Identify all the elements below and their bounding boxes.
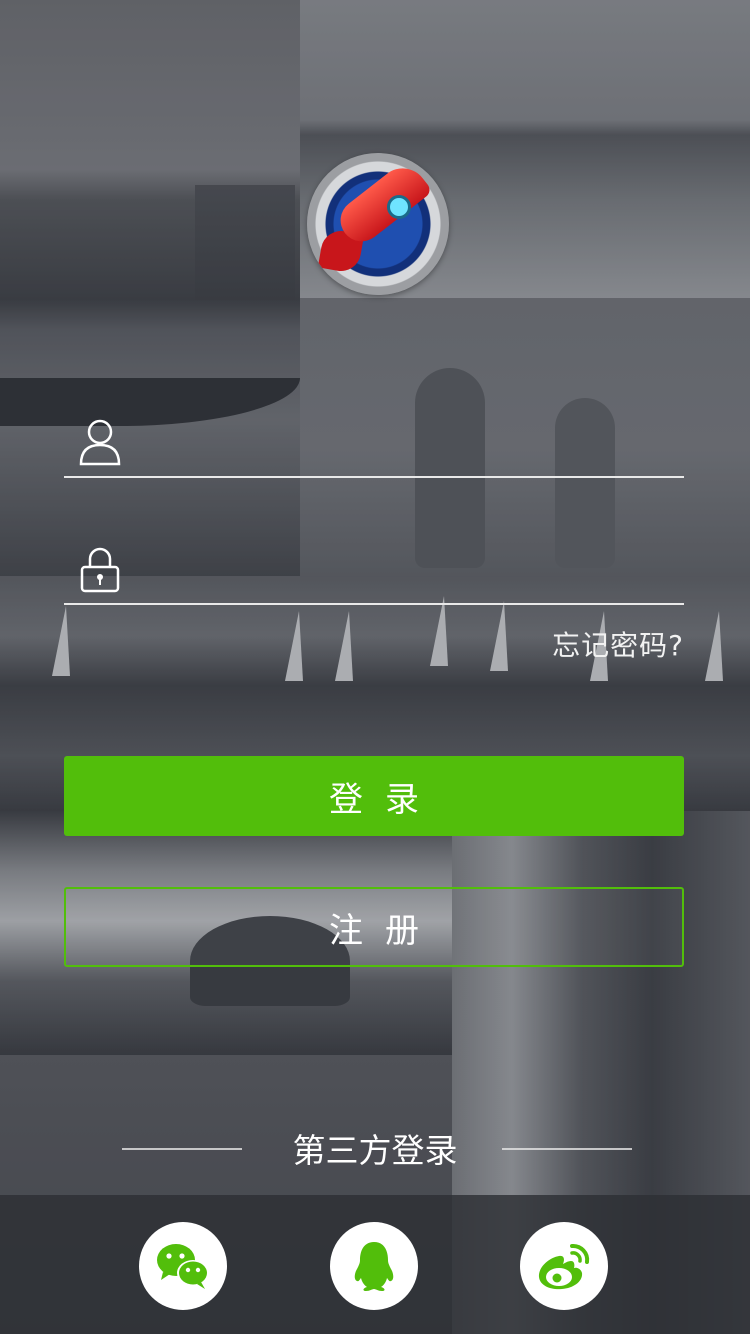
rocket-logo-icon bbox=[307, 153, 449, 295]
lock-icon bbox=[78, 545, 122, 595]
password-underline bbox=[64, 603, 684, 605]
username-input[interactable] bbox=[140, 426, 680, 470]
weibo-icon bbox=[538, 1243, 590, 1290]
username-underline bbox=[64, 476, 684, 478]
forgot-password-link[interactable]: 忘记密码? bbox=[552, 624, 684, 664]
password-field[interactable] bbox=[64, 545, 684, 605]
third-party-login-title: 第三方登录 bbox=[292, 1131, 458, 1170]
user-icon bbox=[78, 418, 122, 468]
login-button[interactable]: 登录 bbox=[64, 756, 684, 836]
username-field[interactable] bbox=[64, 418, 684, 478]
weibo-login-button[interactable] bbox=[520, 1222, 608, 1310]
qq-penguin-icon bbox=[354, 1242, 394, 1291]
divider-right bbox=[502, 1148, 632, 1150]
password-input[interactable] bbox=[140, 553, 680, 597]
qq-login-button[interactable] bbox=[330, 1222, 418, 1310]
wechat-icon bbox=[157, 1244, 209, 1289]
wechat-login-button[interactable] bbox=[139, 1222, 227, 1310]
rocket-body bbox=[332, 158, 433, 250]
rocket-window bbox=[387, 195, 411, 219]
register-button[interactable]: 注册 bbox=[64, 887, 684, 967]
